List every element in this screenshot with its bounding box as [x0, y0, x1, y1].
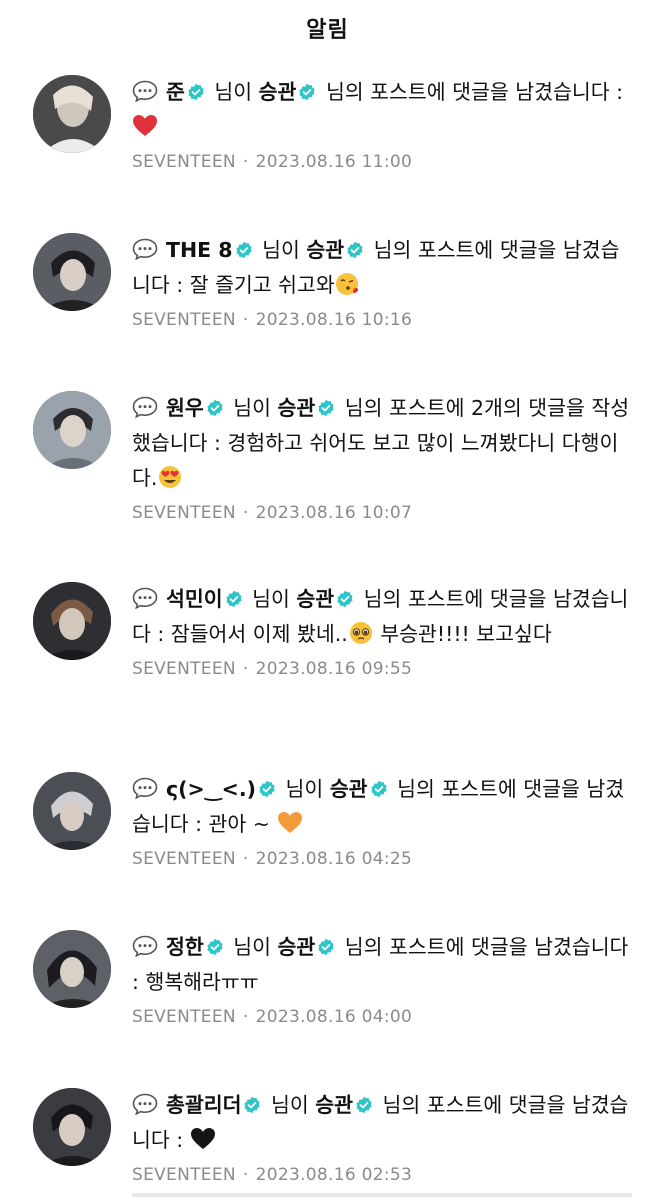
verified-badge-icon — [317, 938, 335, 956]
verified-badge-icon — [206, 938, 224, 956]
notification-message: 정한 님이 승관 님의 포스트에 댓글을 남겼습니다 : 행복해라ㅠㅠ — [132, 935, 629, 994]
comment-text-continued: 부승관!!!! 보고싶다 — [380, 622, 552, 646]
black-heart-icon — [190, 1128, 215, 1149]
verified-badge-icon — [355, 1096, 373, 1114]
comment-text: 잘 즐기고 쉬고와 — [189, 273, 335, 297]
comment-bubble-icon — [132, 1093, 158, 1115]
target-name: 승관 — [258, 80, 297, 104]
author-name: 원우 — [166, 396, 204, 420]
timestamp: 2023.08.16 10:07 — [255, 503, 413, 523]
timestamp: 2023.08.16 04:00 — [255, 1007, 413, 1027]
avatar[interactable] — [33, 582, 111, 660]
target-name: 승관 — [296, 587, 335, 611]
group-name: SEVENTEEN — [132, 1007, 236, 1027]
target-name: 승관 — [329, 777, 368, 801]
notification-message: ς(>‿<.) 님이 승관 님의 포스트에 댓글을 남겼습니다 : 관아 ~ — [132, 777, 625, 836]
group-name: SEVENTEEN — [132, 849, 236, 869]
comment-bubble-icon — [132, 587, 158, 609]
timestamp: 2023.08.16 02:53 — [255, 1165, 413, 1185]
app-header: 알림 — [0, 0, 655, 55]
avatar[interactable] — [33, 1088, 111, 1166]
timestamp: 2023.08.16 09:55 — [255, 659, 413, 679]
target-name: 승관 — [277, 396, 316, 420]
verified-badge-icon — [336, 590, 354, 608]
bottom-divider — [132, 1193, 632, 1197]
avatar[interactable] — [33, 772, 111, 850]
comment-text: 관아 ~ — [208, 812, 270, 836]
group-name: SEVENTEEN — [132, 310, 236, 330]
author-name: 총괄리더 — [166, 1093, 242, 1117]
red-heart-icon — [133, 115, 157, 136]
author-name: 석민이 — [166, 587, 223, 611]
group-name: SEVENTEEN — [132, 152, 236, 172]
target-name: 승관 — [306, 238, 345, 262]
verified-badge-icon — [206, 399, 224, 417]
comment-bubble-icon — [132, 935, 158, 957]
author-name: ς(>‿<.) — [166, 777, 257, 801]
verified-badge-icon — [243, 1096, 261, 1114]
comment-bubble-icon — [132, 396, 158, 418]
notification-message: 석민이 님이 승관 님의 포스트에 댓글을 남겼습니다 : 잠들어서 이제 봤네… — [132, 587, 629, 646]
kissing-face-icon — [335, 273, 358, 295]
notification-message: 준 님이 승관 님의 포스트에 댓글을 남겼습니다 : — [132, 75, 632, 145]
author-name: THE 8 — [166, 238, 233, 262]
notification-meta: SEVENTEEN · 2023.08.16 09:55 — [132, 659, 413, 679]
comment-bubble-icon — [132, 238, 158, 260]
avatar[interactable] — [33, 930, 111, 1008]
notification-message: 총괄리더 님이 승관 님의 포스트에 댓글을 남겼습니다 : — [132, 1093, 629, 1152]
group-name: SEVENTEEN — [132, 659, 236, 679]
target-name: 승관 — [315, 1093, 353, 1117]
verified-badge-icon — [235, 241, 253, 259]
verified-badge-icon — [317, 399, 335, 417]
author-name: 준 — [166, 80, 185, 104]
comment-bubble-icon — [132, 777, 158, 799]
notification-meta: SEVENTEEN · 2023.08.16 10:16 — [132, 310, 413, 330]
comment-text: 행복해라ㅠㅠ — [145, 970, 259, 994]
notification-meta: SEVENTEEN · 2023.08.16 10:07 — [132, 503, 413, 523]
verified-badge-icon — [225, 590, 243, 608]
verified-badge-icon — [187, 83, 205, 101]
notification-meta: SEVENTEEN · 2023.08.16 02:53 — [132, 1165, 413, 1185]
heart-eyes-icon — [159, 466, 182, 488]
notification-meta: SEVENTEEN · 2023.08.16 04:25 — [132, 849, 413, 869]
timestamp: 2023.08.16 04:25 — [255, 849, 413, 869]
orange-heart-icon — [277, 812, 302, 833]
notification-meta: SEVENTEEN · 2023.08.16 04:00 — [132, 1007, 413, 1027]
avatar[interactable] — [33, 391, 111, 469]
pleading-face-icon — [349, 622, 372, 644]
notification-meta: SEVENTEEN · 2023.08.16 11:00 — [132, 152, 413, 172]
notification-message: 원우 님이 승관 님의 포스트에 2개의 댓글을 작성했습니다 : 경험하고 쉬… — [132, 396, 630, 490]
verified-badge-icon — [346, 241, 364, 259]
target-name: 승관 — [277, 935, 316, 959]
verified-badge-icon — [258, 780, 276, 798]
verified-badge-icon — [298, 83, 316, 101]
avatar[interactable] — [33, 75, 111, 153]
comment-text: 잠들어서 이제 봤네.. — [170, 622, 348, 646]
timestamp: 2023.08.16 10:16 — [255, 310, 413, 330]
group-name: SEVENTEEN — [132, 1165, 236, 1185]
page-title: 알림 — [306, 17, 349, 43]
author-name: 정한 — [166, 935, 204, 959]
avatar[interactable] — [33, 233, 111, 311]
comment-bubble-icon — [132, 80, 158, 102]
timestamp: 2023.08.16 11:00 — [255, 152, 413, 172]
group-name: SEVENTEEN — [132, 503, 236, 523]
verified-badge-icon — [370, 780, 388, 798]
notification-message: THE 8 님이 승관 님의 포스트에 댓글을 남겼습니다 : 잘 즐기고 쉬고… — [132, 238, 620, 297]
